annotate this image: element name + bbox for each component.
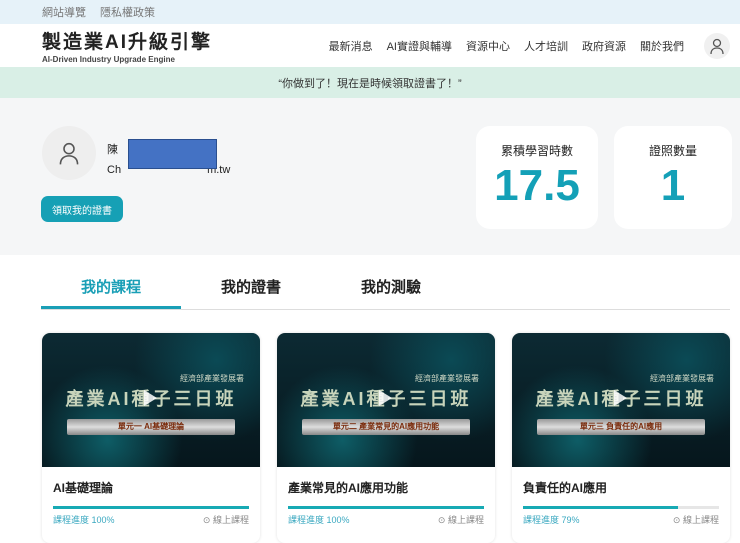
site-title: 製造業AI升級引擎 — [42, 32, 213, 53]
nav-training[interactable]: 人才培訓 — [524, 38, 568, 54]
privacy-link[interactable]: 隱私權政策 — [100, 4, 155, 20]
tab-my-courses[interactable]: 我的課程 — [41, 276, 181, 309]
progress-label: 課程進度 79% — [523, 515, 580, 525]
header: 製造業AI升級引擎 AI-Driven Industry Upgrade Eng… — [0, 24, 740, 67]
profile-section: 陳 Ch m.tw 領取我的證書 累積學習時數 17.5 證照數量 1 — [0, 98, 740, 255]
stat-label: 累積學習時數 — [500, 144, 573, 158]
redaction-box — [128, 139, 217, 169]
course-type: ⊙ 線上課程 — [438, 513, 484, 526]
course-type-label: 線上課程 — [682, 515, 719, 525]
course-thumbnail[interactable]: 經濟部產業發展署 產業AI種子三日班 單元一 AI基礎理論 — [42, 333, 260, 467]
course-card[interactable]: 經濟部產業發展署 產業AI種子三日班 單元三 負責任的AI應用 負責任的AI應用… — [512, 333, 730, 543]
tab-my-quizzes[interactable]: 我的測驗 — [321, 276, 461, 309]
course-title[interactable]: 產業常見的AI應用功能 — [288, 479, 484, 496]
congrats-banner: “你做到了！現在是時候領取證書了！” — [0, 67, 740, 98]
progress-fill — [53, 506, 249, 509]
site-subtitle: AI-Driven Industry Upgrade Engine — [42, 55, 175, 64]
thumb-unit: 單元一 AI基礎理論 — [67, 419, 235, 435]
top-utility-bar: 網站導覽 隱私權政策 — [0, 0, 740, 24]
stat-value: 17.5 — [494, 161, 580, 210]
course-thumbnail[interactable]: 經濟部產業發展署 產業AI種子三日班 單元三 負責任的AI應用 — [512, 333, 730, 467]
course-type-label: 線上課程 — [212, 515, 249, 525]
thumb-unit: 單元二 產業常見的AI應用功能 — [302, 419, 470, 435]
progress-bar — [53, 506, 249, 509]
thumb-org: 經濟部產業發展署 — [180, 374, 244, 383]
thumb-org: 經濟部產業發展署 — [650, 374, 714, 383]
play-icon[interactable] — [614, 390, 627, 406]
course-type-label: 線上課程 — [447, 515, 484, 525]
user-icon — [710, 38, 724, 54]
play-icon[interactable] — [379, 390, 392, 406]
course-card[interactable]: 經濟部產業發展署 產業AI種子三日班 單元一 AI基礎理論 AI基礎理論 課程進… — [42, 333, 260, 543]
course-card[interactable]: 經濟部產業發展署 產業AI種子三日班 單元二 產業常見的AI應用功能 產業常見的… — [277, 333, 495, 543]
thumb-org: 經濟部產業發展署 — [415, 374, 479, 383]
progress-label: 課程進度 100% — [288, 515, 350, 525]
learning-hours-card: 累積學習時數 17.5 — [476, 126, 598, 229]
claim-certificate-button[interactable]: 領取我的證書 — [41, 196, 123, 222]
play-icon[interactable] — [144, 390, 157, 406]
course-type: ⊙ 線上課程 — [203, 513, 249, 526]
nav-gov-resources[interactable]: 政府資源 — [582, 38, 626, 54]
progress-label: 課程進度 100% — [53, 515, 115, 525]
play-circle-icon: ⊙ — [437, 515, 446, 525]
nav-news[interactable]: 最新消息 — [329, 38, 373, 54]
profile-avatar — [42, 126, 96, 180]
thumb-unit: 單元三 負責任的AI應用 — [537, 419, 705, 435]
certificate-count-card: 證照數量 1 — [614, 126, 732, 229]
course-thumbnail[interactable]: 經濟部產業發展署 產業AI種子三日班 單元二 產業常見的AI應用功能 — [277, 333, 495, 467]
progress-fill — [523, 506, 678, 509]
course-title[interactable]: AI基礎理論 — [53, 479, 249, 496]
nav-ai-demo[interactable]: AI實證與輔導 — [387, 38, 452, 54]
course-title[interactable]: 負責任的AI應用 — [523, 479, 719, 496]
main-nav: 最新消息 AI實證與輔導 資源中心 人才培訓 政府資源 關於我們 — [329, 32, 730, 59]
course-type: ⊙ 線上課程 — [673, 513, 719, 526]
user-name: 陳 — [107, 144, 118, 156]
nav-resources[interactable]: 資源中心 — [466, 38, 510, 54]
email-start: Ch — [107, 164, 122, 176]
sitemap-link[interactable]: 網站導覽 — [42, 4, 86, 20]
logo[interactable]: 製造業AI升級引擎 AI-Driven Industry Upgrade Eng… — [42, 27, 212, 64]
tab-my-certificates[interactable]: 我的證書 — [181, 276, 321, 309]
stat-label: 證照數量 — [648, 144, 697, 158]
course-list: 經濟部產業發展署 產業AI種子三日班 單元一 AI基礎理論 AI基礎理論 課程進… — [42, 333, 730, 543]
user-menu-button[interactable] — [704, 32, 730, 59]
stat-value: 1 — [660, 161, 686, 210]
play-circle-icon: ⊙ — [202, 515, 211, 525]
progress-bar — [288, 506, 484, 509]
progress-fill — [288, 506, 484, 509]
play-circle-icon: ⊙ — [672, 515, 681, 525]
user-icon — [59, 142, 79, 165]
nav-about[interactable]: 關於我們 — [640, 38, 684, 54]
progress-bar — [523, 506, 719, 509]
tabs: 我的課程 我的證書 我的測驗 — [41, 270, 730, 310]
